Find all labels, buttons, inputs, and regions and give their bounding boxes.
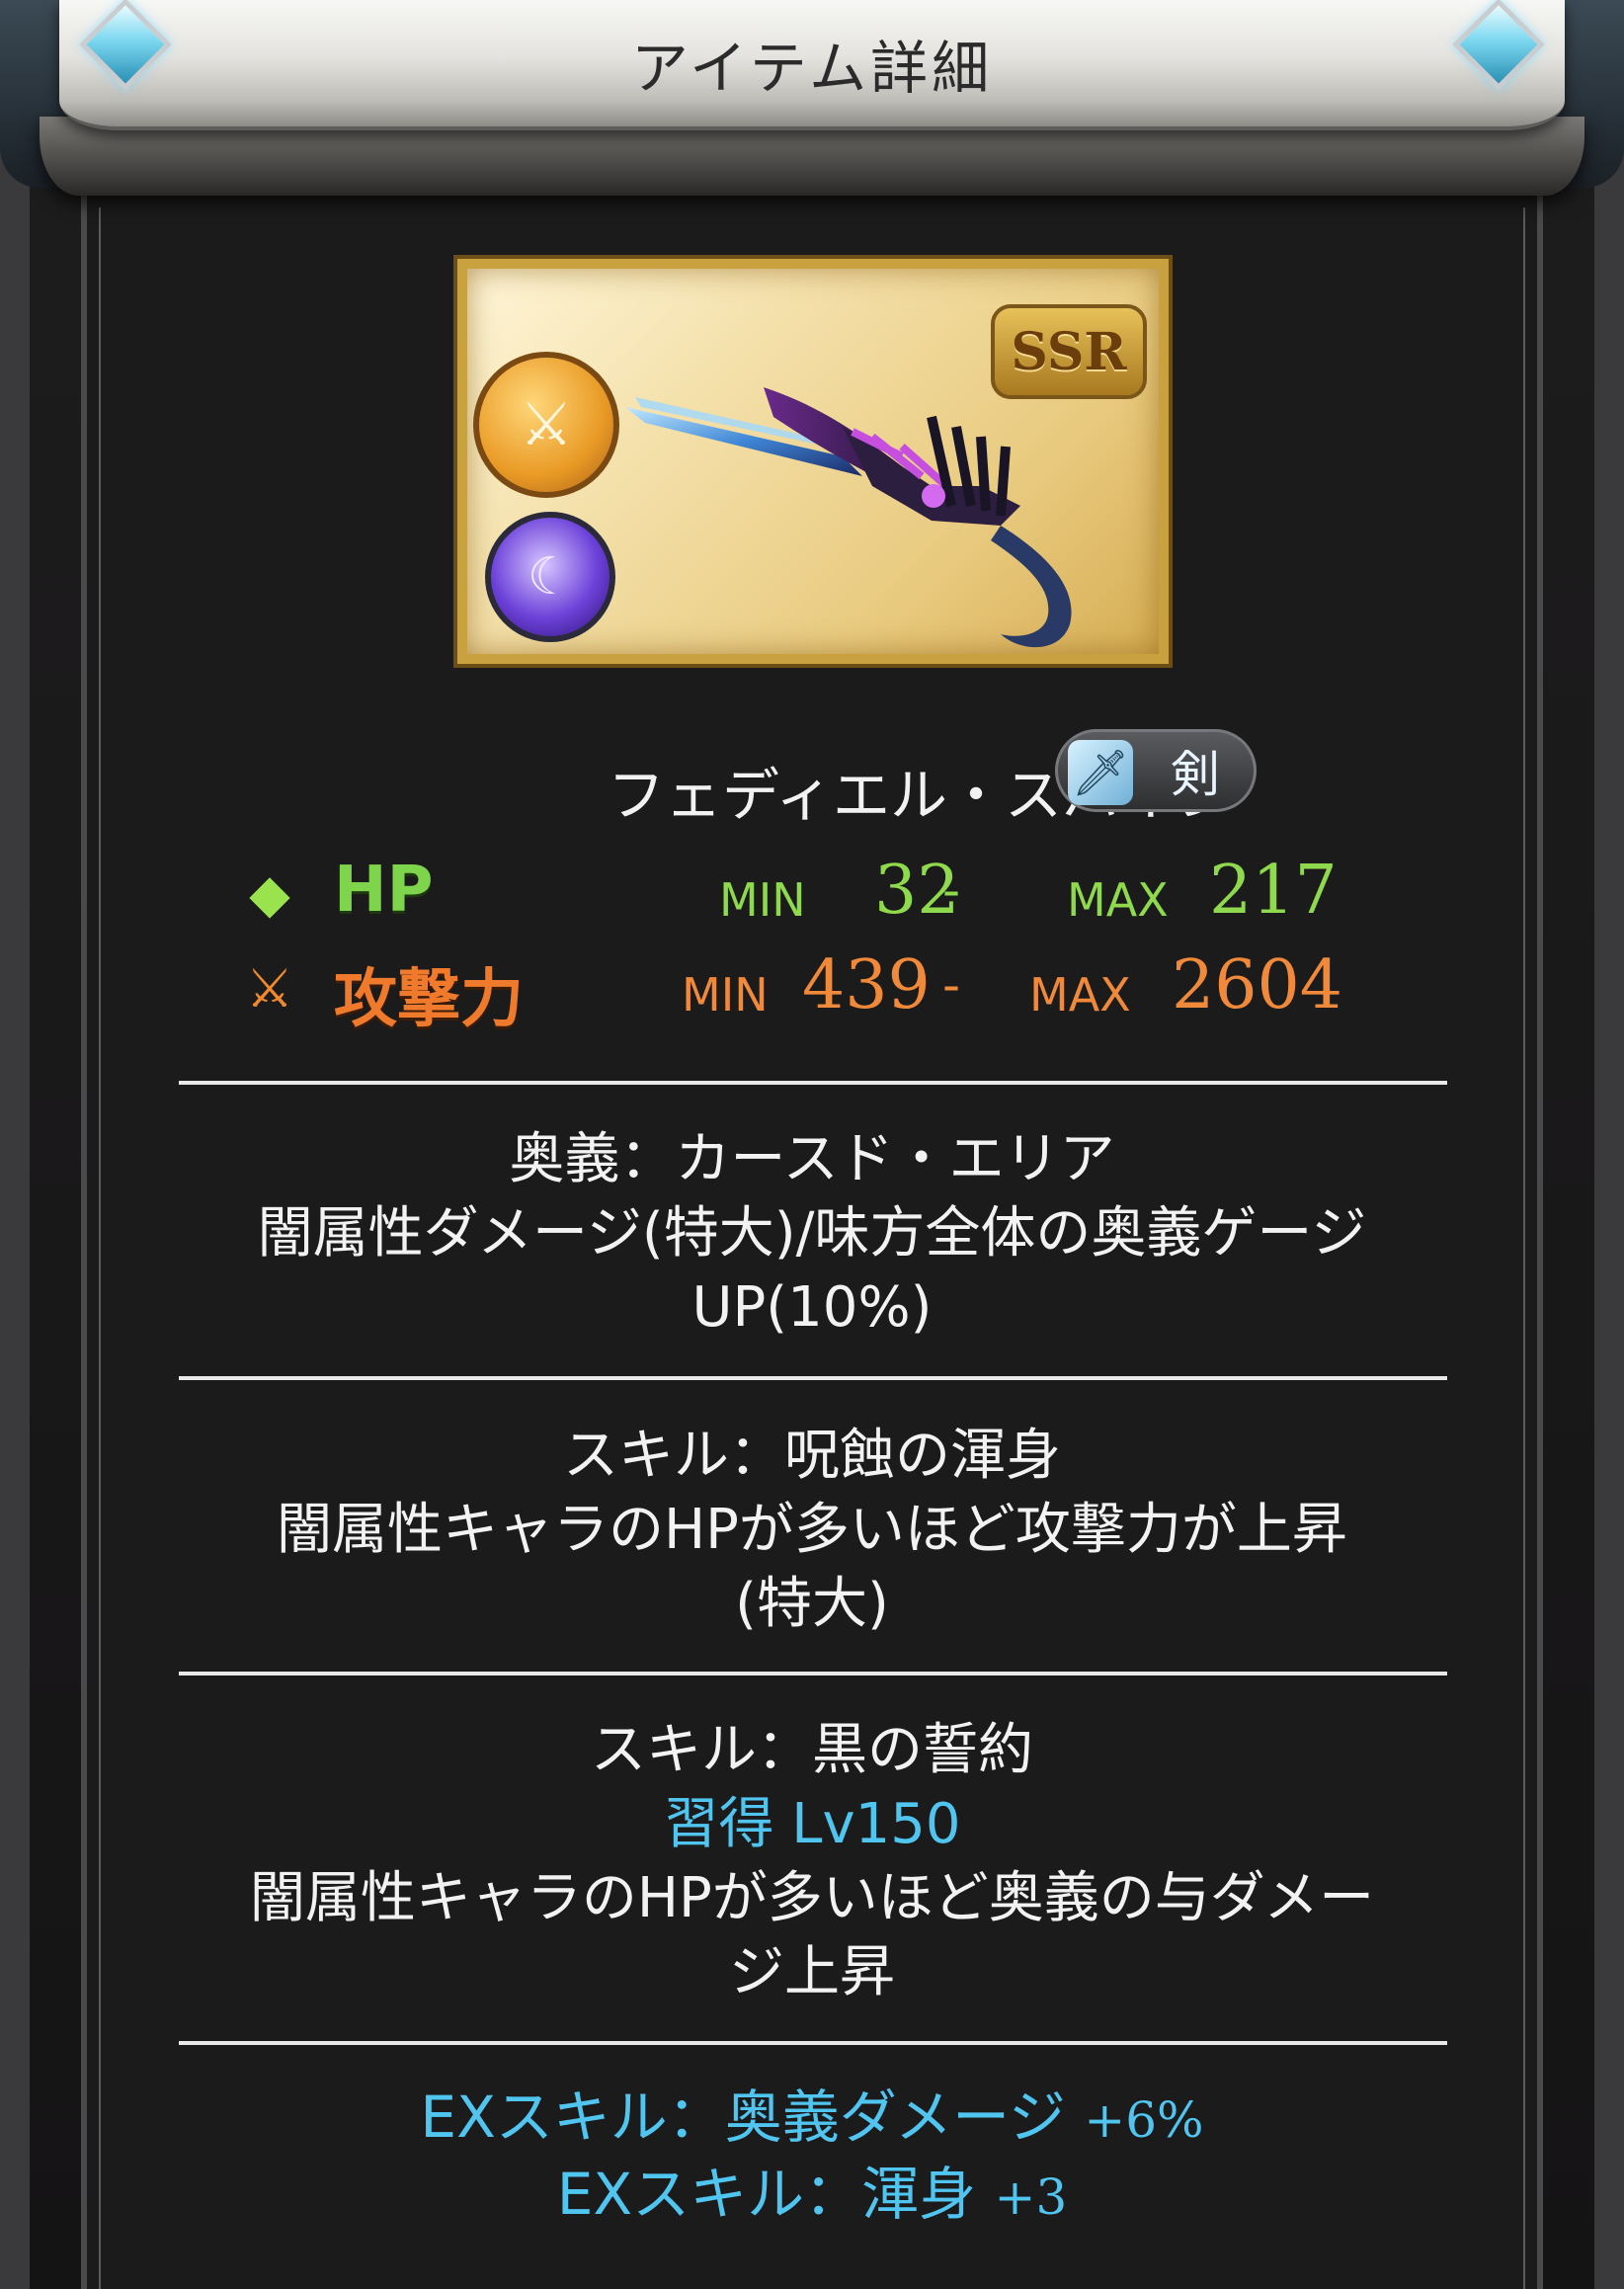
hp-stat-row: ◆ HP MIN 32 - MAX 217 [0, 852, 1624, 940]
dark-element-icon: ☾ [485, 512, 615, 642]
attack-min-label: MIN [682, 968, 769, 1022]
skill2-unlock-level: 習得 Lv150 [663, 1792, 961, 1856]
hp-max-value: 217 [1209, 852, 1338, 930]
ougi-description-line2: UP(10%) [691, 1275, 933, 1340]
item-name-row: フェディエル・スパイン [0, 749, 1624, 832]
skill2-title: スキル：黒の誓約 [591, 1718, 1033, 1782]
page-title: アイテム詳細 [630, 35, 994, 102]
hp-max-label: MAX [1067, 873, 1169, 927]
skill1-title: スキル：呪蝕の渾身 [563, 1424, 1061, 1488]
hp-label: HP [334, 854, 434, 927]
attack-label: 攻撃力 [334, 963, 524, 1036]
weapon-type-label: 剣 [1171, 746, 1220, 803]
attack-max-label: MAX [1029, 968, 1131, 1022]
section-divider [179, 1081, 1447, 1085]
ougi-section: 奥義：カースド・エリア 闇属性ダメージ(特大)/味方全体の奥義ゲージ UP(10… [128, 1122, 1496, 1345]
weapon-type-badge: 🗡 剣 [1055, 729, 1257, 812]
hp-diamond-icon: ◆ [249, 861, 290, 925]
section-divider [179, 1672, 1447, 1676]
ougi-title: 奥義：カースド・エリア [509, 1127, 1115, 1191]
item-card: ⚔ ☾ SSR [457, 259, 1169, 664]
section-divider [179, 2041, 1447, 2045]
attack-min-value: 439 [802, 946, 931, 1024]
ex-skill-label: EXスキル：渾身 [556, 2161, 977, 2228]
skill1-section: スキル：呪蝕の渾身 闇属性キャラのHPが多いほど攻撃力が上昇 (特大) [128, 1419, 1496, 1641]
ex-skill-bonus: +3 [994, 2168, 1068, 2226]
skill2-description-line2: ジ上昇 [729, 1940, 895, 2004]
ex-skill-bonus: +6% [1084, 2091, 1204, 2149]
skill2-description-line1: 闇属性キャラのHPが多いほど奥義の与ダメー [249, 1866, 1375, 1930]
sword-type-icon: ⚔ [473, 352, 619, 498]
item-detail-screen: アイテム詳細 ⚔ ☾ SSR フェディエル・スパイン 🗡 剣 ◆ HP MIN … [0, 0, 1624, 2289]
hp-min-label: MIN [719, 873, 806, 927]
weapon-image [625, 387, 1072, 648]
skill1-description-line2: (特大) [735, 1572, 889, 1636]
hp-range-dash: - [942, 861, 961, 919]
ex-skill-row: EXスキル：渾身 +3 [0, 2158, 1624, 2235]
section-divider [179, 1376, 1447, 1380]
attack-sword-icon: ⚔ [245, 956, 294, 1020]
attack-range-dash: - [942, 956, 961, 1014]
attack-stat-row: ⚔ 攻撃力 MIN 439 - MAX 2604 [0, 946, 1624, 1036]
ougi-description-line1: 闇属性ダメージ(特大)/味方全体の奥義ゲージ [257, 1201, 1367, 1266]
ex-skill-row: EXスキル：奥義ダメージ +6% [0, 2081, 1624, 2158]
ex-skill-section: EXスキル：奥義ダメージ +6% EXスキル：渾身 +3 [0, 2081, 1624, 2235]
skill1-description-line1: 闇属性キャラのHPが多いほど攻撃力が上昇 [277, 1498, 1347, 1562]
skill2-section: スキル：黒の誓約 習得 Lv150 闇属性キャラのHPが多いほど奥義の与ダメー … [128, 1713, 1496, 2009]
attack-max-value: 2604 [1172, 946, 1343, 1024]
ex-skill-label: EXスキル：奥義ダメージ [420, 2084, 1066, 2151]
sword-icon: 🗡 [1068, 740, 1133, 805]
